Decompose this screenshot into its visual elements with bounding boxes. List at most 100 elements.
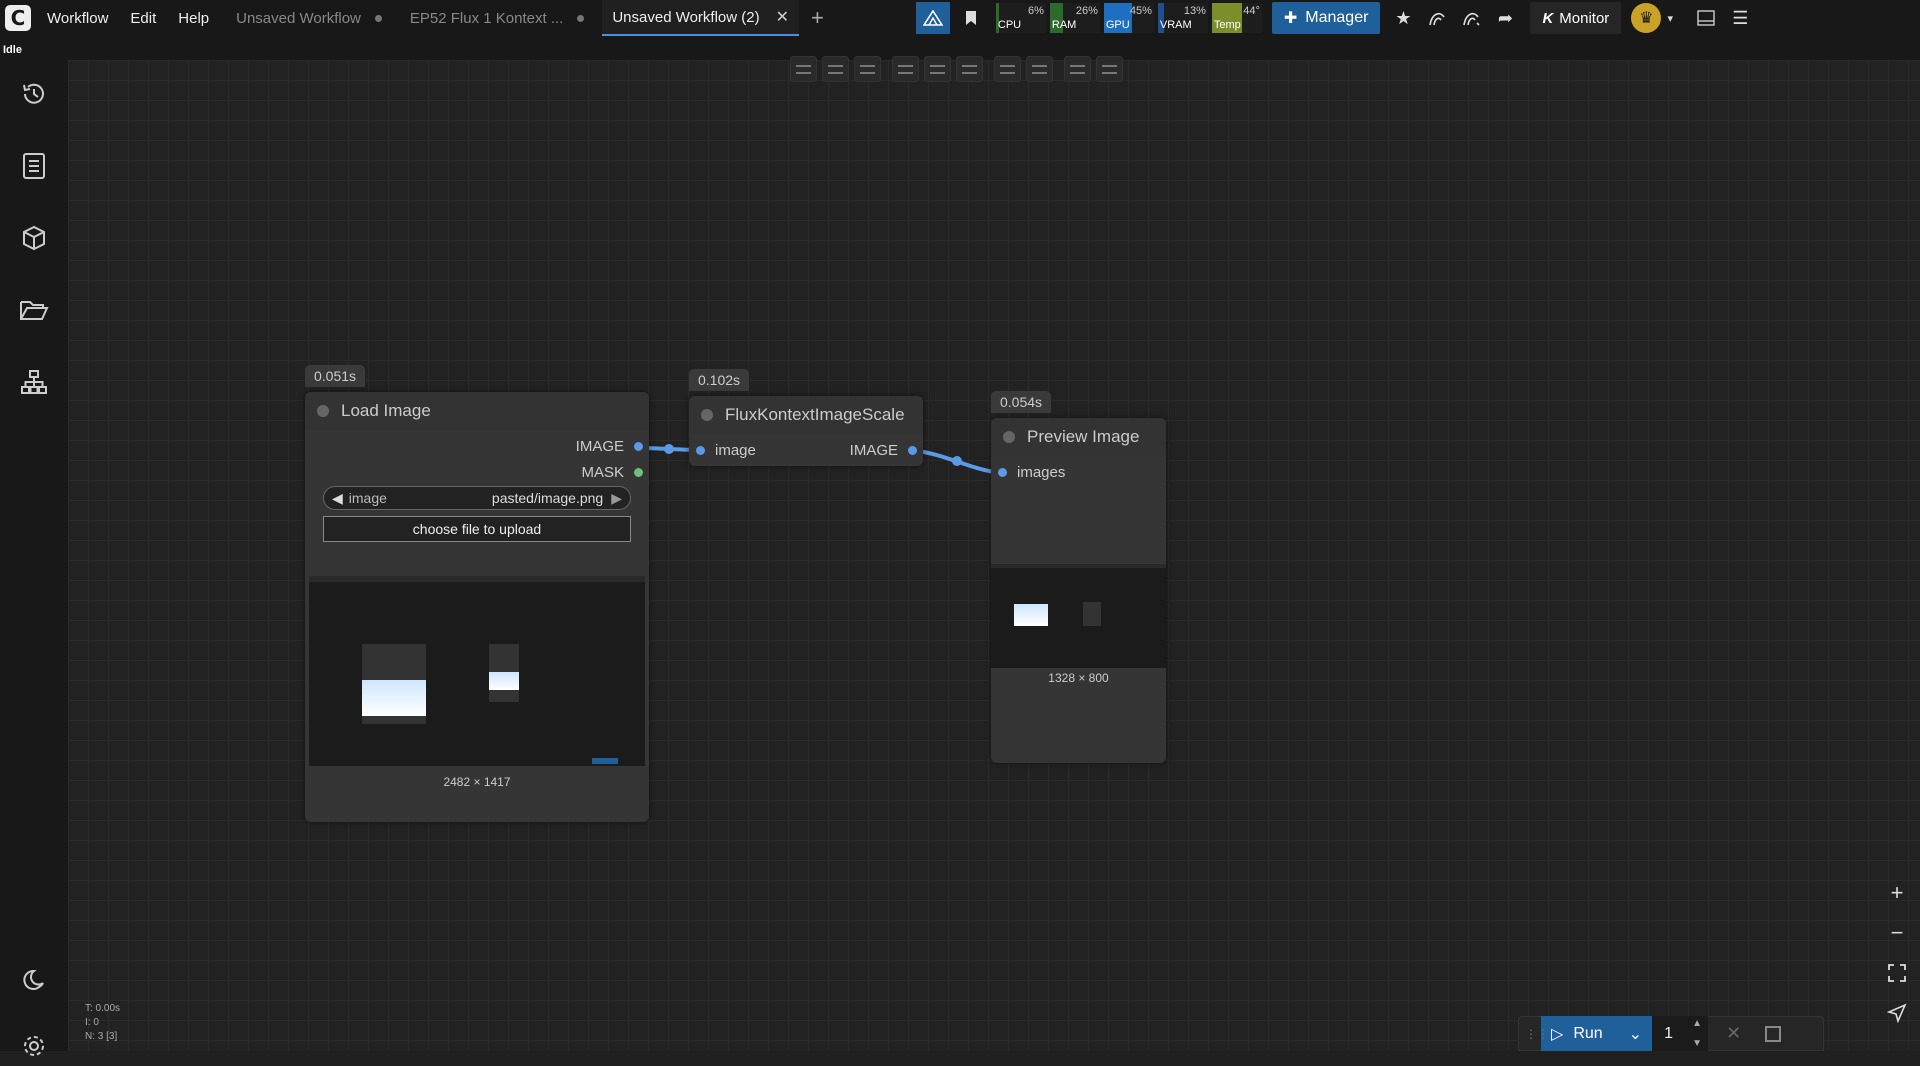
stop-icon[interactable] [1765, 1025, 1782, 1042]
share-icon[interactable]: ➦ [1488, 2, 1522, 34]
output-label: MASK [581, 464, 624, 481]
combo-name: image [348, 490, 387, 506]
input-image-slot[interactable]: image [696, 442, 756, 459]
node-title-bar[interactable]: Load Image [305, 392, 649, 430]
output-dot[interactable] [908, 446, 917, 455]
tab-label: Unsaved Workflow [236, 9, 361, 27]
arrow-left-icon[interactable]: ◀ [332, 490, 343, 507]
fit-view-icon[interactable] [1874, 953, 1920, 993]
cancel-icon[interactable]: ✕ [1726, 1023, 1741, 1044]
workflow-tree-icon[interactable] [14, 362, 54, 402]
align-bottom-icon[interactable] [956, 56, 983, 82]
node-title-bar[interactable]: FluxKontextImageScale [689, 396, 923, 434]
queue-icon[interactable] [14, 146, 54, 186]
toggle-panel-icon[interactable] [1689, 2, 1723, 34]
node-load-image[interactable]: Load Image IMAGE MASK ◀ image pasted/ima… [305, 392, 649, 822]
node-title: Preview Image [1027, 427, 1140, 446]
history-icon[interactable] [14, 74, 54, 114]
image-preview [309, 576, 645, 766]
collapse-dot-icon[interactable] [701, 409, 713, 421]
node-flux-kontext-image-scale[interactable]: FluxKontextImageScale image IMAGE [689, 396, 923, 466]
align-center-icon[interactable] [822, 56, 849, 82]
same-height-icon[interactable] [1096, 56, 1123, 82]
cube-icon[interactable] [14, 218, 54, 258]
run-label: Run [1573, 1024, 1603, 1042]
image-dimensions: 2482 × 1417 [443, 775, 511, 789]
cpu-stat: CPU 6% [995, 3, 1046, 33]
tab-unsaved-workflow-2[interactable]: Unsaved Workflow (2) ✕ [602, 0, 800, 36]
model-icon[interactable] [1420, 2, 1454, 34]
output-image-slot[interactable]: IMAGE [850, 442, 917, 459]
upload-button[interactable]: choose file to upload [323, 516, 631, 542]
align-left-icon[interactable] [790, 56, 817, 82]
top-bar: C Workflow Edit Help Unsaved Workflow EP… [0, 0, 1920, 36]
output-mask-slot[interactable]: MASK [581, 464, 643, 481]
distribute-vertical-icon[interactable] [1026, 56, 1053, 82]
moon-icon[interactable] [14, 960, 54, 1000]
unsaved-dot-icon [577, 14, 585, 22]
preview-node-thumb [1083, 602, 1101, 626]
menu-edit[interactable]: Edit [119, 0, 167, 36]
play-icon: ▷ [1551, 1025, 1564, 1043]
collapse-dot-icon[interactable] [1003, 431, 1015, 443]
collapse-dot-icon[interactable] [317, 405, 329, 417]
drag-handle-icon[interactable]: ⋮⋮ [1525, 1027, 1549, 1041]
chevron-down-icon[interactable]: ▾ [1661, 2, 1679, 34]
manager-button[interactable]: ✚ Manager [1271, 2, 1381, 34]
preview-run-button [592, 758, 618, 764]
output-dot[interactable] [634, 442, 643, 451]
batch-count-input[interactable]: 1 ▲ ▼ [1652, 1016, 1709, 1051]
hamburger-menu-icon[interactable]: ☰ [1723, 2, 1757, 34]
ram-label: RAM [1051, 19, 1077, 31]
node-preview-image[interactable]: Preview Image images 1328 × 800 [991, 418, 1166, 763]
ram-value: 26% [1075, 5, 1098, 17]
image-dimensions: 1328 × 800 [1048, 671, 1109, 685]
comfy-logo[interactable]: C [0, 0, 36, 36]
input-images-slot[interactable]: images [998, 464, 1065, 481]
vram-stat: VRAM 13% [1157, 3, 1208, 33]
output-image-slot[interactable]: IMAGE [576, 438, 643, 455]
zoom-in-icon[interactable]: + [1874, 873, 1920, 913]
bookmark-icon[interactable] [954, 2, 988, 34]
batch-count-value: 1 [1664, 1024, 1673, 1042]
monitor-label: Monitor [1559, 9, 1610, 27]
monitor-button[interactable]: K Monitor [1530, 2, 1622, 34]
decrement-icon[interactable]: ▼ [1692, 1038, 1702, 1049]
align-middle-icon[interactable] [924, 56, 951, 82]
same-width-icon[interactable] [1064, 56, 1091, 82]
send-icon[interactable] [1874, 993, 1920, 1033]
tab-unsaved-workflow[interactable]: Unsaved Workflow [226, 0, 392, 36]
image-combo-widget[interactable]: ◀ image pasted/image.png ▶ [323, 486, 631, 510]
stat-time: T: 0.00s [85, 1003, 121, 1014]
tab-label: EP52 Flux 1 Kontext ... [409, 9, 564, 27]
image-preview [991, 564, 1166, 668]
align-top-icon[interactable] [892, 56, 919, 82]
comfy-org-icon[interactable] [915, 2, 950, 34]
output-dot[interactable] [634, 468, 643, 477]
new-tab-icon[interactable]: + [799, 5, 836, 31]
model-alt-icon[interactable] [1454, 2, 1488, 34]
menu-workflow[interactable]: Workflow [36, 0, 119, 36]
arrow-right-icon[interactable]: ▶ [611, 490, 622, 507]
zoom-out-icon[interactable]: − [1874, 913, 1920, 953]
input-dot[interactable] [998, 468, 1007, 477]
run-options-chevron-icon[interactable]: ⌄ [1629, 1024, 1642, 1044]
run-button[interactable]: ▷ Run ⌄ [1541, 1016, 1653, 1051]
folder-icon[interactable] [14, 290, 54, 330]
settings-icon[interactable] [14, 1026, 54, 1066]
stat-iterations: I: 0 [85, 1017, 99, 1028]
node-title-bar[interactable]: Preview Image [991, 418, 1166, 456]
ram-stat: RAM 26% [1049, 3, 1100, 33]
menu-help[interactable]: Help [167, 0, 220, 36]
preview-snow-image [489, 672, 519, 690]
align-right-icon[interactable] [854, 56, 881, 82]
input-label: image [715, 442, 756, 459]
increment-icon[interactable]: ▲ [1692, 1018, 1702, 1029]
star-icon[interactable]: ★ [1386, 2, 1420, 34]
distribute-horizontal-icon[interactable] [994, 56, 1021, 82]
close-tab-icon[interactable]: ✕ [776, 7, 789, 27]
input-dot[interactable] [696, 446, 705, 455]
avatar[interactable]: ♛ [1631, 3, 1662, 33]
tab-ep52[interactable]: EP52 Flux 1 Kontext ... [400, 0, 594, 36]
unsaved-dot-icon [374, 14, 382, 22]
